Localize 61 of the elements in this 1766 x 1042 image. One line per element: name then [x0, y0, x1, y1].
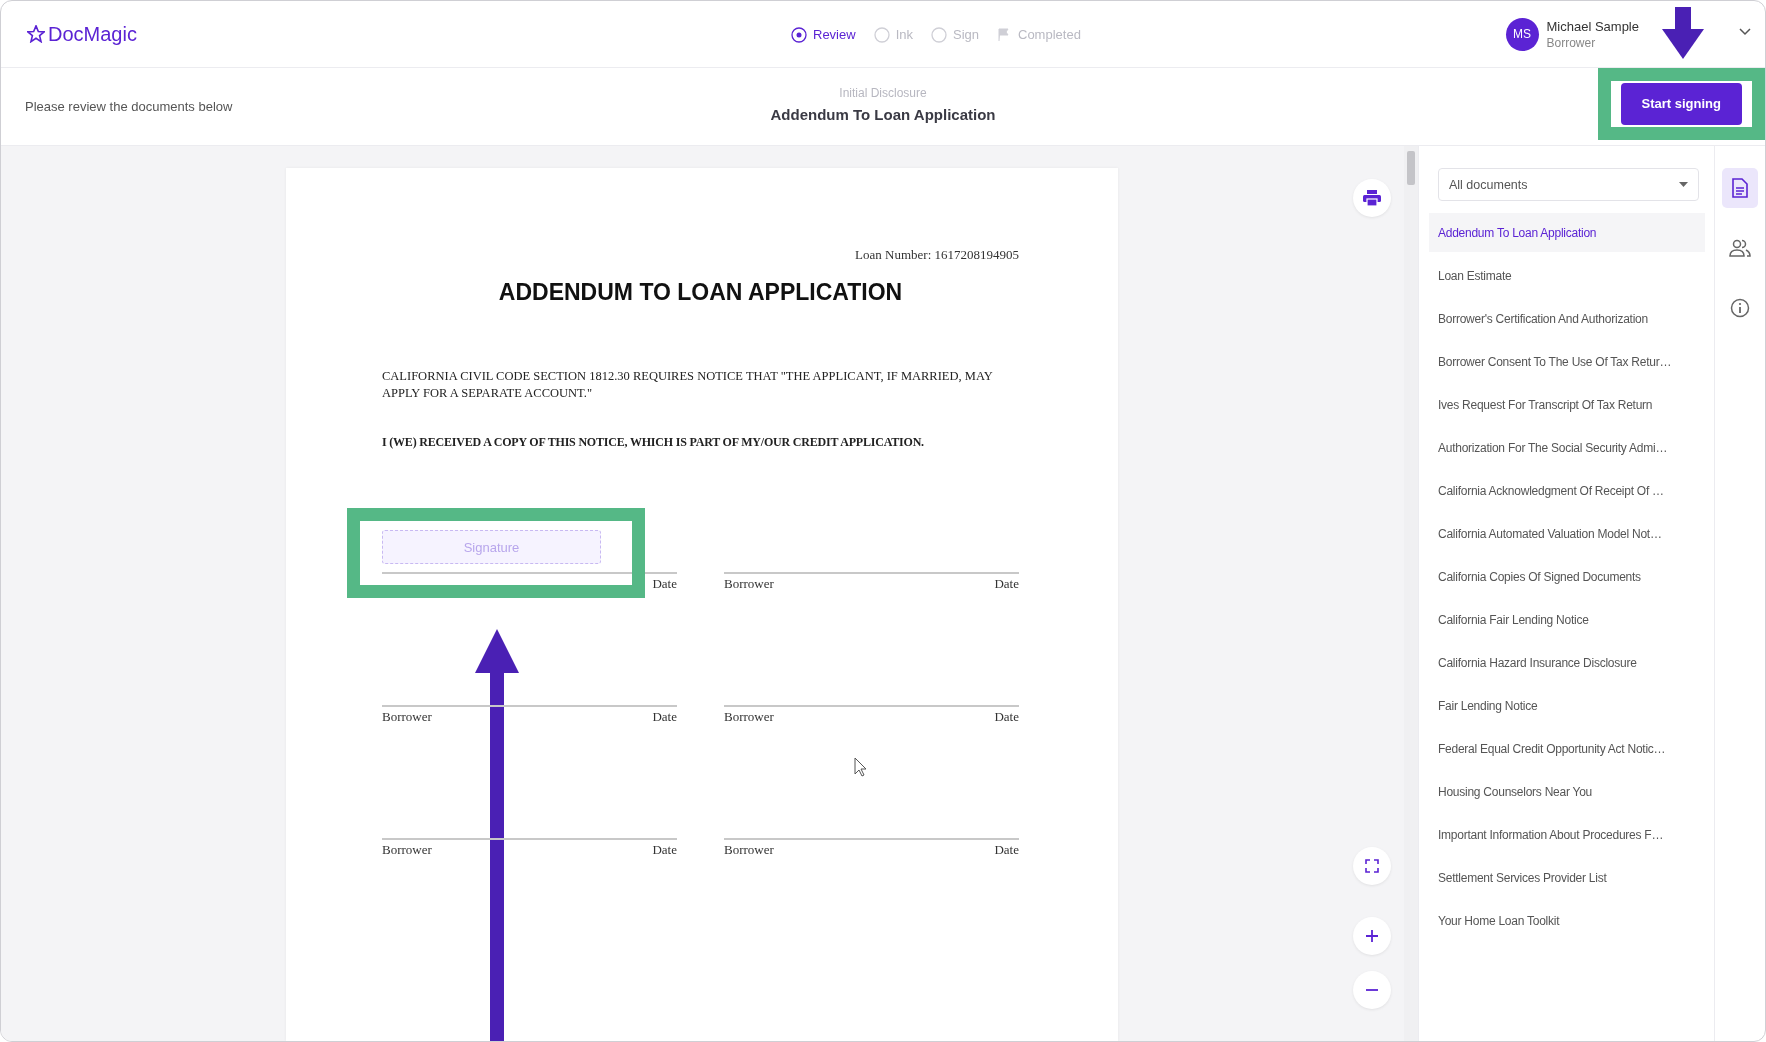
scrollbar[interactable] — [1404, 146, 1418, 1041]
star-logo-icon — [27, 25, 45, 43]
document-heading: ADDENDUM TO LOAN APPLICATION — [497, 279, 904, 306]
notice-paragraph: CALIFORNIA CIVIL CODE SECTION 1812.30 REQUIRES NOTICE THAT "THE APPLICANT, IF MARRIED, MAY APPLY FOR A SEPARATE ACCOUNT." — [382, 368, 994, 402]
zoom-in-icon — [1366, 930, 1378, 942]
radio-icon — [873, 26, 890, 43]
date-label: Date — [652, 842, 677, 858]
radio-icon — [791, 26, 807, 43]
date-label: Date — [652, 709, 677, 725]
chevron-down-icon[interactable] — [1739, 28, 1751, 36]
document-list-item[interactable]: California Copies Of Signed Documents — [1429, 557, 1705, 596]
document-list-item[interactable]: Federal Equal Credit Opportunity Act Notic… — [1429, 729, 1705, 768]
document-list-item[interactable]: Addendum To Loan Application — [1429, 213, 1705, 252]
document-list-item[interactable]: Fair Lending Notice — [1429, 686, 1705, 725]
document-category: Initial Disclosure — [839, 86, 927, 100]
print-button[interactable] — [1353, 179, 1391, 217]
print-icon — [1363, 190, 1381, 206]
document-list-item[interactable]: California Acknowledgment Of Receipt Of … — [1429, 471, 1705, 510]
radio-icon — [930, 26, 947, 43]
date-label: Date — [994, 709, 1019, 725]
document-list-item[interactable]: Housing Counselors Near You — [1429, 772, 1705, 811]
info-icon — [1730, 298, 1750, 318]
document-list-item[interactable]: Authorization For The Social Security Admi… — [1429, 428, 1705, 467]
mouse-cursor-icon — [854, 757, 868, 777]
zoom-in-button[interactable] — [1353, 917, 1391, 955]
user-name: Michael Sample — [1546, 18, 1639, 34]
date-label: Date — [652, 576, 677, 592]
signer-label: Borrower — [724, 842, 774, 858]
fullscreen-icon — [1365, 859, 1379, 873]
document-list-item[interactable]: Borrower's Certification And Authorization — [1429, 299, 1705, 338]
document-list-item[interactable]: California Hazard Insurance Disclosure — [1429, 643, 1705, 682]
loan-number: Loan Number: 1617208194905 — [854, 247, 1019, 263]
dropdown-caret-icon — [1679, 182, 1688, 187]
progress-step[interactable]: Review — [791, 26, 856, 43]
date-label: Date — [994, 842, 1019, 858]
document-list-item[interactable]: Settlement Services Provider List — [1429, 858, 1705, 897]
document-filter-dropdown[interactable]: All documents — [1438, 168, 1699, 201]
logo-text: DocMagic — [48, 22, 137, 46]
signer-label: Borrower — [382, 842, 432, 858]
document-list-item[interactable]: California Fair Lending Notice — [1429, 600, 1705, 639]
document-list-item[interactable]: Borrower Consent To The Use Of Tax Retur… — [1429, 342, 1705, 381]
signer-label: Borrower — [724, 709, 774, 725]
document-list-item[interactable]: Important Information About Procedures F… — [1429, 815, 1705, 854]
document-icon — [1732, 178, 1748, 198]
signer-label: Borrower — [724, 576, 774, 592]
document-title: Addendum To Loan Application — [770, 106, 996, 123]
fullscreen-button[interactable] — [1353, 847, 1391, 885]
document-list-item[interactable]: Loan Estimate — [1429, 256, 1705, 295]
user-role: Borrower — [1546, 35, 1597, 50]
start-signing-button[interactable]: Start signing — [1620, 82, 1742, 125]
instruction-text: Please review the documents below — [25, 99, 233, 114]
acknowledgement-paragraph: I (WE) RECEIVED A COPY OF THIS NOTICE, WHICH IS PART OF MY/OUR CREDIT APPLICATION. — [382, 435, 925, 450]
flag-icon — [997, 27, 1012, 42]
document-list-item[interactable]: Ives Request For Transcript Of Tax Return — [1429, 385, 1705, 424]
document-list-item[interactable]: California Automated Valuation Model Not… — [1429, 514, 1705, 553]
people-icon — [1729, 239, 1751, 257]
user-avatar[interactable]: MS — [1505, 17, 1539, 51]
date-label: Date — [994, 576, 1019, 592]
document-list-item[interactable]: Your Home Loan Toolkit — [1429, 901, 1705, 940]
document-tab[interactable] — [1722, 168, 1758, 208]
signer-label: Borrower — [382, 709, 432, 725]
